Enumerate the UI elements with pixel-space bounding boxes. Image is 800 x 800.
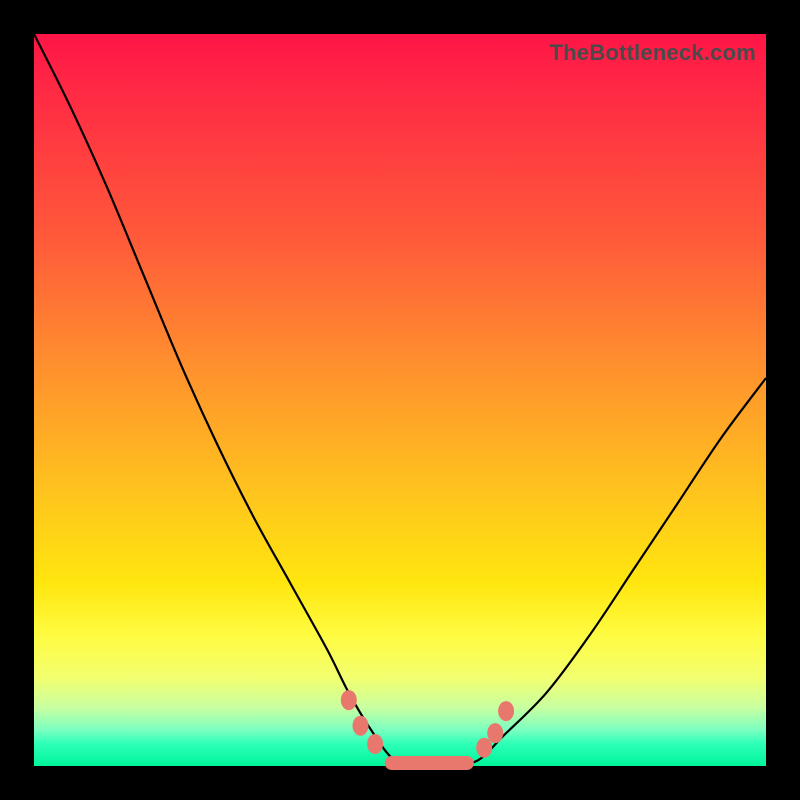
curve-marker xyxy=(476,738,492,758)
bottleneck-curve xyxy=(34,34,766,767)
curve-flat-marker xyxy=(385,756,474,770)
curve-marker xyxy=(353,716,369,736)
marker-group xyxy=(341,690,514,770)
curve-marker xyxy=(498,701,514,721)
outer-frame: TheBottleneck.com xyxy=(0,0,800,800)
chart-overlay xyxy=(34,34,766,766)
plot-area: TheBottleneck.com xyxy=(34,34,766,766)
curve-marker xyxy=(341,690,357,710)
curve-marker xyxy=(367,734,383,754)
curve-marker xyxy=(487,723,503,743)
